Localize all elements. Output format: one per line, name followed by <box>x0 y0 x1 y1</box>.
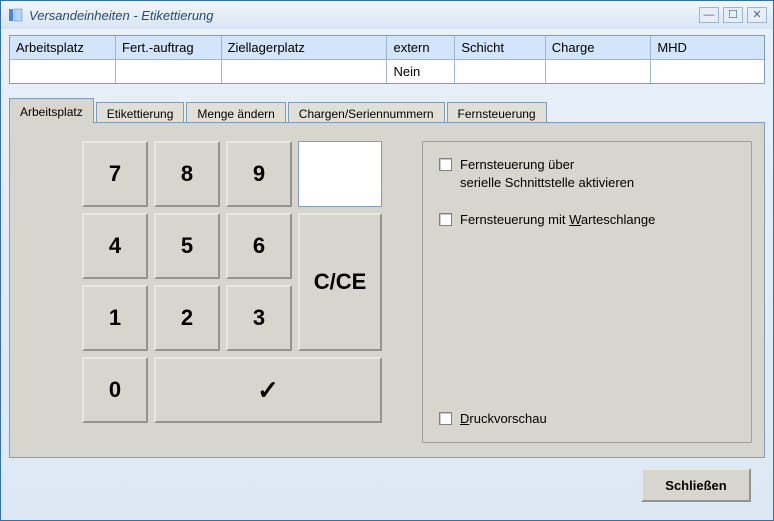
keypad-3[interactable]: 3 <box>226 285 292 351</box>
cell-ziellagerplatz[interactable] <box>221 60 387 84</box>
chk-remote-serial-label[interactable]: Fernsteuerung über serielle Schnittstell… <box>460 156 634 191</box>
col-schicht[interactable]: Schicht <box>455 36 545 60</box>
keypad-display[interactable] <box>298 141 382 207</box>
cell-mhd[interactable] <box>651 60 764 84</box>
keypad-4[interactable]: 4 <box>82 213 148 279</box>
keypad-clear[interactable]: C/CE <box>298 213 382 351</box>
chk-preview-row: Druckvorschau <box>439 410 735 428</box>
close-window-button[interactable]: ✕ <box>747 7 767 23</box>
app-icon <box>7 7 23 23</box>
keypad-9[interactable]: 9 <box>226 141 292 207</box>
keypad-0[interactable]: 0 <box>82 357 148 423</box>
maximize-button[interactable]: ☐ <box>723 7 743 23</box>
window-title: Versandeinheiten - Etikettierung <box>29 8 699 23</box>
chk-preview-label[interactable]: Druckvorschau <box>460 410 547 428</box>
cell-extern[interactable]: Nein <box>387 60 455 84</box>
chk-remote-queue-label[interactable]: Fernsteuerung mit Warteschlange <box>460 211 655 229</box>
keypad-7[interactable]: 7 <box>82 141 148 207</box>
cell-charge[interactable] <box>545 60 651 84</box>
keypad-1[interactable]: 1 <box>82 285 148 351</box>
header-grid: Arbeitsplatz Fert.-auftrag Ziellagerplat… <box>9 35 765 84</box>
keypad-ok[interactable]: ✓ <box>154 357 382 423</box>
tab-page-arbeitsplatz: 7 8 9 4 5 6 C/CE 1 2 3 0 ✓ <box>9 122 765 458</box>
col-fertauftrag[interactable]: Fert.-auftrag <box>116 36 222 60</box>
options-panel: Fernsteuerung über serielle Schnittstell… <box>422 141 752 443</box>
spacer <box>439 249 735 391</box>
cell-fertauftrag[interactable] <box>116 60 222 84</box>
keypad-6[interactable]: 6 <box>226 213 292 279</box>
col-ziellagerplatz[interactable]: Ziellagerplatz <box>221 36 387 60</box>
cell-arbeitsplatz[interactable] <box>10 60 116 84</box>
check-icon: ✓ <box>257 375 279 406</box>
keypad-8[interactable]: 8 <box>154 141 220 207</box>
footer: Schließen <box>9 458 765 512</box>
titlebar: Versandeinheiten - Etikettierung — ☐ ✕ <box>1 1 773 29</box>
col-charge[interactable]: Charge <box>545 36 651 60</box>
chk-remote-queue-row: Fernsteuerung mit Warteschlange <box>439 211 735 229</box>
col-mhd[interactable]: MHD <box>651 36 764 60</box>
chk-remote-queue[interactable] <box>439 213 452 226</box>
col-extern[interactable]: extern <box>387 36 455 60</box>
app-window: Versandeinheiten - Etikettierung — ☐ ✕ A… <box>0 0 774 521</box>
window-controls: — ☐ ✕ <box>699 7 767 23</box>
tab-arbeitsplatz[interactable]: Arbeitsplatz <box>9 98 94 123</box>
col-arbeitsplatz[interactable]: Arbeitsplatz <box>10 36 116 60</box>
tab-strip: Arbeitsplatz Etikettierung Menge ändern … <box>9 98 765 123</box>
keypad-5[interactable]: 5 <box>154 213 220 279</box>
chk-preview[interactable] <box>439 412 452 425</box>
grid-data-row[interactable]: Nein <box>10 60 764 84</box>
chk-remote-serial-row: Fernsteuerung über serielle Schnittstell… <box>439 156 735 191</box>
close-button[interactable]: Schließen <box>641 468 751 502</box>
keypad-2[interactable]: 2 <box>154 285 220 351</box>
chk-remote-serial[interactable] <box>439 158 452 171</box>
keypad: 7 8 9 4 5 6 C/CE 1 2 3 0 ✓ <box>22 141 422 443</box>
grid-header-row: Arbeitsplatz Fert.-auftrag Ziellagerplat… <box>10 36 764 60</box>
client-area: Arbeitsplatz Fert.-auftrag Ziellagerplat… <box>1 29 773 520</box>
cell-schicht[interactable] <box>455 60 545 84</box>
minimize-button[interactable]: — <box>699 7 719 23</box>
